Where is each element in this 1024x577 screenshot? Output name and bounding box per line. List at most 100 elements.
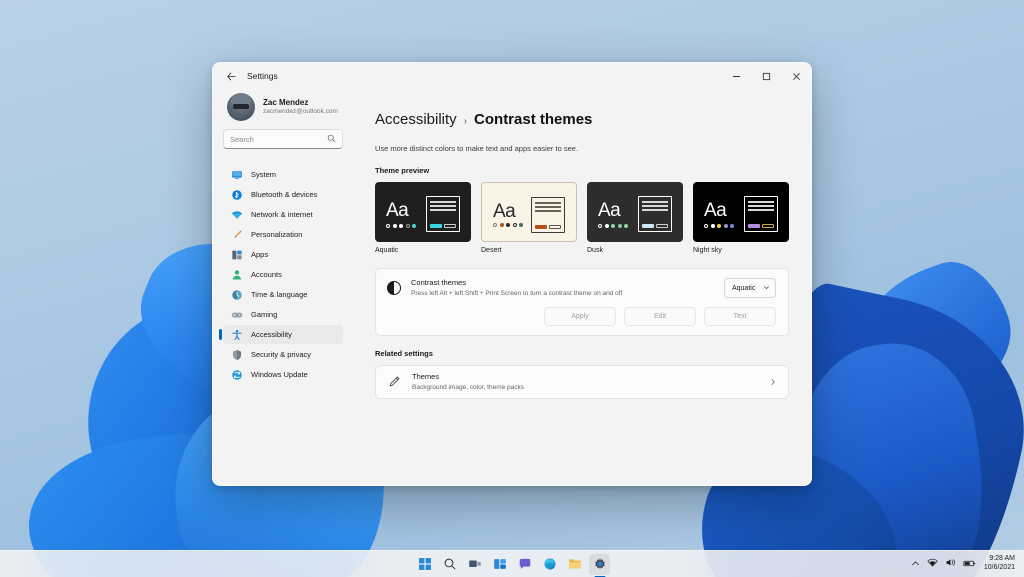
breadcrumb-parent[interactable]: Accessibility — [375, 111, 457, 128]
settings-button[interactable] — [589, 553, 610, 575]
start-icon — [418, 558, 431, 570]
theme-card[interactable]: Aa — [587, 182, 683, 242]
theme-option-aquatic[interactable]: Aa Aquatic — [375, 182, 471, 254]
related-row-description: Background image, color, theme packs — [412, 383, 525, 391]
profile-name: Zac Mendez — [263, 97, 309, 107]
sidebar-item-security-privacy[interactable]: Security & privacy — [223, 345, 343, 364]
theme-card[interactable]: Aa — [375, 182, 471, 242]
sidebar-item-bluetooth-devices[interactable]: Bluetooth & devices — [223, 185, 343, 204]
search-box[interactable] — [223, 129, 343, 149]
theme-option-desert[interactable]: Aa Desert — [481, 182, 577, 254]
search-input[interactable] — [230, 134, 327, 144]
contrast-card-title: Contrast themes — [411, 278, 467, 288]
sidebar-item-windows-update[interactable]: Windows Update — [223, 365, 343, 384]
theme-option-night-sky[interactable]: Aa Night sky — [693, 182, 789, 254]
page-title: Contrast themes — [474, 111, 593, 128]
theme-name: Desert — [481, 247, 502, 254]
theme-color-dots — [598, 224, 628, 228]
sidebar-item-system[interactable]: System — [223, 165, 343, 184]
related-setting-themes[interactable]: Themes Background image, color, theme pa… — [375, 365, 789, 399]
related-settings-label: Related settings — [375, 349, 433, 358]
wifi-icon — [231, 209, 243, 221]
sidebar-item-accounts[interactable]: Accounts — [223, 265, 343, 284]
theme-preview-label: Theme preview — [375, 166, 430, 175]
close-icon — [792, 72, 800, 80]
sidebar-item-label: Time & language — [251, 290, 308, 299]
theme-card[interactable]: Aa — [481, 182, 577, 242]
breadcrumb-separator: › — [463, 116, 468, 127]
file-explorer-icon — [568, 559, 581, 569]
dropdown-value: Aquatic — [732, 284, 756, 292]
chat-icon — [519, 558, 530, 569]
edge-button[interactable] — [539, 554, 560, 575]
taskbar: 9:28 AM 10/6/2021 — [0, 550, 1024, 577]
window-controls — [721, 63, 811, 89]
theme-card[interactable]: Aa — [693, 182, 789, 242]
theme-color-dots — [704, 224, 734, 228]
sidebar-item-network-internet[interactable]: Network & internet — [223, 205, 343, 224]
show-hidden-icons-button[interactable] — [911, 555, 920, 573]
sidebar-item-personalization[interactable]: Personalization — [223, 225, 343, 244]
theme-sample-text: Aa — [704, 200, 727, 221]
theme-option-dusk[interactable]: Aa Dusk — [587, 182, 683, 254]
search-icon — [444, 558, 455, 570]
window-titlebar: Settings — [213, 63, 811, 89]
apps-icon — [231, 249, 243, 261]
widgets-button[interactable] — [489, 554, 510, 575]
edit-button[interactable]: Edit — [624, 307, 696, 326]
theme-name: Aquatic — [375, 247, 399, 254]
contrast-action-buttons: Apply Edit Text — [387, 307, 776, 326]
sidebar-item-label: Accessibility — [251, 330, 292, 339]
sidebar-item-label: Bluetooth & devices — [251, 190, 318, 199]
start-button[interactable] — [414, 554, 435, 575]
sidebar-item-gaming[interactable]: Gaming — [223, 305, 343, 324]
user-profile[interactable]: Zac Mendez zacmendez@outlook.com — [223, 89, 343, 129]
sidebar-item-accessibility[interactable]: Accessibility — [219, 325, 343, 344]
sidebar-item-time-language[interactable]: Time & language — [223, 285, 343, 304]
file-explorer-button[interactable] — [564, 554, 585, 575]
sidebar-item-apps[interactable]: Apps — [223, 245, 343, 264]
theme-sample-text: Aa — [493, 201, 516, 222]
gamepad-icon — [231, 309, 243, 321]
task-view-icon — [468, 560, 481, 567]
sidebar-item-label: Windows Update — [251, 370, 308, 379]
shield-icon — [231, 349, 243, 361]
chat-button[interactable] — [514, 554, 535, 575]
clock[interactable]: 9:28 AM 10/6/2021 — [984, 555, 1015, 573]
close-button[interactable] — [781, 63, 811, 89]
sidebar-nav: System Bluetooth & devices Network & int… — [219, 165, 343, 384]
theme-window-mock — [638, 196, 672, 232]
maximize-button[interactable] — [751, 63, 781, 89]
contrast-theme-dropdown[interactable]: Aquatic — [724, 278, 776, 298]
minimize-icon — [732, 75, 740, 77]
taskbar-icons — [414, 553, 610, 575]
battery-icon[interactable] — [963, 555, 976, 573]
page-subtitle: Use more distinct colors to make text an… — [375, 144, 579, 153]
theme-name: Dusk — [587, 247, 603, 254]
main-content: Accessibility › Contrast themes Use more… — [351, 89, 811, 485]
person-icon — [231, 269, 243, 281]
search-button[interactable] — [439, 554, 460, 575]
contrast-card-description: Press left Alt + left Shift + Print Scre… — [411, 289, 623, 297]
widgets-icon — [493, 559, 506, 569]
speaker-icon[interactable] — [945, 555, 956, 573]
sidebar-item-label: Apps — [251, 250, 269, 259]
wifi-icon[interactable] — [927, 555, 938, 573]
minimize-button[interactable] — [721, 63, 751, 89]
back-button[interactable] — [217, 65, 245, 87]
accessibility-icon — [231, 329, 243, 341]
theme-sample-text: Aa — [598, 200, 621, 221]
sidebar-item-label: Gaming — [251, 310, 278, 319]
wallpaper-ribbon — [842, 248, 1024, 422]
apply-button[interactable]: Apply — [544, 307, 616, 326]
breadcrumb: Accessibility › Contrast themes — [375, 111, 789, 128]
settings-icon — [594, 558, 605, 570]
profile-email: zacmendez@outlook.com — [263, 107, 338, 115]
contrast-themes-card: Contrast themes Press left Alt + left Sh… — [375, 268, 789, 336]
window-title: Settings — [247, 71, 278, 81]
text-button[interactable]: Text — [704, 307, 776, 326]
bluetooth-icon — [231, 189, 243, 201]
sidebar: Zac Mendez zacmendez@outlook.com Search … — [213, 89, 351, 485]
theme-window-mock — [744, 196, 778, 232]
task-view-button[interactable] — [464, 554, 485, 575]
